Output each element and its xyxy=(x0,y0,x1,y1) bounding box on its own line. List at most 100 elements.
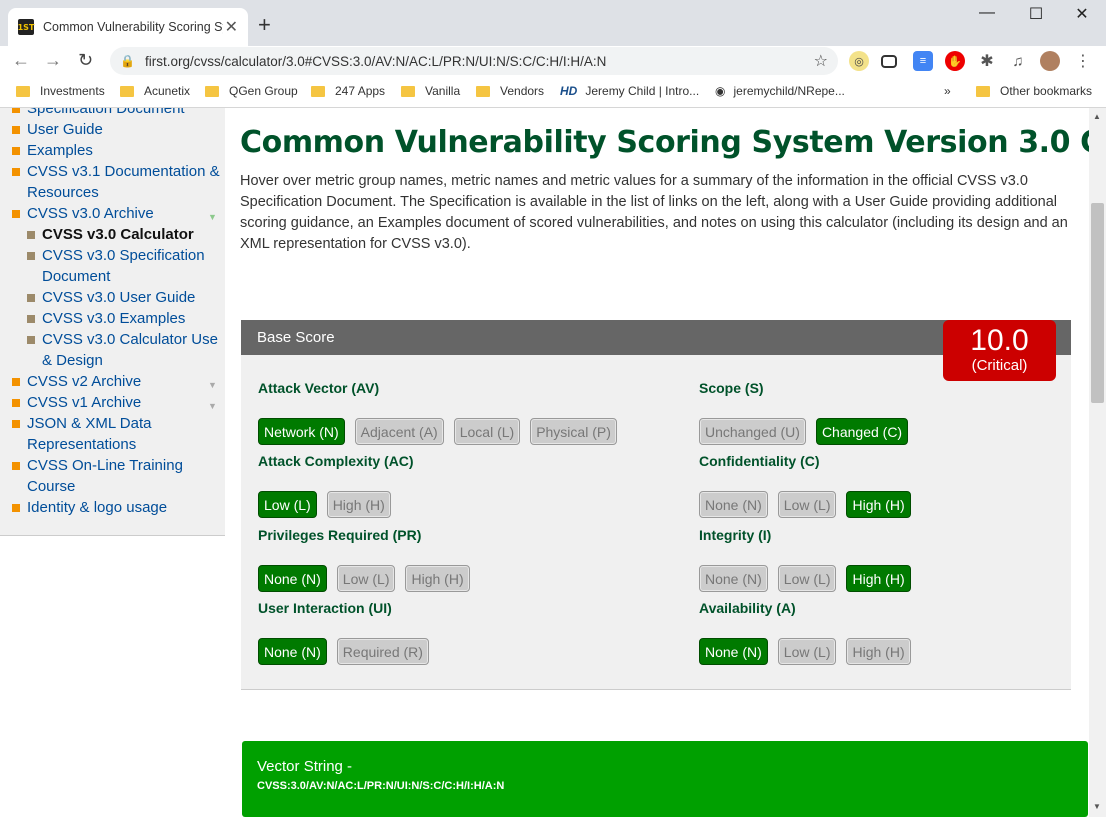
metric-option-button[interactable]: None (N) xyxy=(699,565,768,592)
bookmark-folder[interactable]: Vendors xyxy=(476,84,544,98)
forward-arrow-icon[interactable]: → xyxy=(44,50,62,71)
sidebar-item[interactable]: CVSS v3.1 Documentation & Resources xyxy=(12,161,225,203)
vector-string-value[interactable]: CVSS:3.0/AV:N/AC:L/PR:N/UI:N/S:C/C:H/I:H… xyxy=(257,780,1073,792)
back-arrow-icon[interactable]: ← xyxy=(12,50,30,71)
folder-icon xyxy=(16,85,30,97)
extension-coin-icon[interactable]: ◎ xyxy=(849,51,869,71)
bookmark-folder[interactable]: 247 Apps xyxy=(311,84,385,98)
expand-arrow-icon[interactable]: ▼ xyxy=(208,212,217,222)
lock-icon: 🔒 xyxy=(120,54,135,68)
sidebar-item[interactable]: CVSS v2 Archive xyxy=(12,371,225,392)
sidebar-item[interactable]: CVSS v3.0 User Guide xyxy=(12,287,225,308)
bookmarks-overflow-icon[interactable]: » xyxy=(944,84,951,98)
collapse-arrow-icon[interactable]: ▼ xyxy=(208,401,217,411)
metric-option-button[interactable]: None (N) xyxy=(699,491,768,518)
metric-label: Attack Complexity (AC) xyxy=(258,453,414,469)
bookmark-folder[interactable]: Investments xyxy=(16,84,105,98)
folder-icon xyxy=(120,85,134,97)
metric-label: Confidentiality (C) xyxy=(699,453,820,469)
sidebar-item[interactable]: User Guide xyxy=(12,119,225,140)
metric-option-button[interactable]: High (H) xyxy=(326,491,391,518)
media-control-icon[interactable]: ♫ xyxy=(1008,51,1028,71)
scroll-down-icon[interactable]: ▼ xyxy=(1093,802,1101,811)
metric-option-button[interactable]: Adjacent (A) xyxy=(354,418,444,445)
metric-option-button[interactable]: Physical (P) xyxy=(530,418,617,445)
bookmark-folder[interactable]: QGen Group xyxy=(205,84,298,98)
vector-string-label: Vector String - xyxy=(257,758,353,775)
metric-option-button[interactable]: None (N) xyxy=(699,638,768,665)
metric-group: Integrity (I) None (N) Low (L) High (H) xyxy=(699,527,1079,592)
bookmarks-bar: Investments Acunetix QGen Group 247 Apps… xyxy=(0,77,1106,108)
adblock-extension-icon[interactable]: ✋ xyxy=(945,51,965,71)
other-bookmarks[interactable]: Other bookmarks xyxy=(976,84,1092,98)
bookmark-star-icon[interactable]: ☆ xyxy=(814,51,828,71)
metric-options: None (N) Low (L) High (H) xyxy=(699,565,1079,592)
close-tab-icon[interactable]: ✕ xyxy=(225,17,238,37)
folder-icon xyxy=(476,85,490,97)
intro-text: Hover over metric group names, metric na… xyxy=(240,173,1068,252)
reload-icon[interactable]: ↻ xyxy=(78,50,93,71)
metric-option-button[interactable]: Local (L) xyxy=(453,418,521,445)
sidebar-item[interactable]: CVSS v1 Archive xyxy=(12,392,225,413)
vector-string-box: Vector String - CVSS:3.0/AV:N/AC:L/PR:N/… xyxy=(242,741,1088,817)
sidebar-item[interactable]: JSON & XML Data Representations xyxy=(12,413,225,455)
metric-option-button[interactable]: Network (N) xyxy=(258,418,345,445)
metric-label: Integrity (I) xyxy=(699,527,772,543)
sidebar-item[interactable]: CVSS v3.0 Calculator xyxy=(12,224,225,245)
browser-toolbar: ← → ↻ 🔒 first.org/cvss/calculator/3.0#CV… xyxy=(0,46,1106,77)
sidebar-item[interactable]: CVSS v3.0 Specification Document xyxy=(12,245,225,287)
extensions-puzzle-icon[interactable]: ✱ xyxy=(977,51,997,71)
collapse-arrow-icon[interactable]: ▼ xyxy=(208,380,217,390)
window-close-icon[interactable]: ✕ xyxy=(1060,4,1104,24)
bookmark-folder[interactable]: Vanilla xyxy=(401,84,460,98)
sidebar-item[interactable]: Examples xyxy=(12,140,225,161)
sidebar-item[interactable]: CVSS v3.0 Examples xyxy=(12,308,225,329)
metric-option-button[interactable]: High (H) xyxy=(846,565,911,592)
metric-options: None (N) Low (L) High (H) xyxy=(258,565,638,592)
metric-option-button[interactable]: Low (L) xyxy=(777,565,837,592)
metric-option-button[interactable]: None (N) xyxy=(258,638,327,665)
page-scrollbar[interactable]: ▲ ▼ xyxy=(1089,108,1106,817)
minimize-icon[interactable]: — xyxy=(965,4,1009,22)
metric-option-button[interactable]: High (H) xyxy=(846,638,911,665)
metric-option-button[interactable]: Low (L) xyxy=(777,638,837,665)
browser-menu-icon[interactable]: ⋮ xyxy=(1073,51,1093,71)
folder-icon xyxy=(311,85,325,97)
metric-option-button[interactable]: None (N) xyxy=(258,565,327,592)
metric-option-button[interactable]: High (H) xyxy=(405,565,470,592)
metric-option-button[interactable]: Low (L) xyxy=(258,491,317,518)
metric-label: Attack Vector (AV) xyxy=(258,380,380,396)
metric-option-button[interactable]: Low (L) xyxy=(777,491,837,518)
sidebar-item[interactable]: Identity & logo usage xyxy=(12,497,225,518)
metric-options: None (N) Low (L) High (H) xyxy=(699,491,1079,518)
google-docs-extension-icon[interactable]: ≡ xyxy=(913,51,933,71)
first-favicon-icon: 1ST xyxy=(18,19,34,35)
scroll-thumb[interactable] xyxy=(1091,203,1104,403)
sidebar-item[interactable]: CVSS On-Line Training Course xyxy=(12,455,225,497)
metric-option-button[interactable]: High (H) xyxy=(846,491,911,518)
bookmark-link[interactable]: ◉ jeremychild/NRepe... xyxy=(715,84,845,98)
metric-option-button[interactable]: Low (L) xyxy=(336,565,396,592)
metric-option-button[interactable]: Unchanged (U) xyxy=(699,418,806,445)
bookmark-folder[interactable]: Acunetix xyxy=(120,84,190,98)
metric-option-button[interactable]: Changed (C) xyxy=(815,418,909,445)
metric-options: Unchanged (U) Changed (C) xyxy=(699,418,1079,445)
address-bar[interactable]: 🔒 first.org/cvss/calculator/3.0#CVSS:3.0… xyxy=(110,47,838,75)
metric-options: None (N) Low (L) High (H) xyxy=(699,638,1079,665)
bookmark-link[interactable]: HD Jeremy Child | Intro... xyxy=(560,84,699,98)
sidebar-item[interactable]: Specification Document xyxy=(12,108,225,119)
metric-label: Availability (A) xyxy=(699,600,796,616)
metric-option-button[interactable]: Required (R) xyxy=(336,638,429,665)
profile-avatar[interactable] xyxy=(1040,51,1060,71)
score-severity: (Critical) xyxy=(971,357,1028,374)
sidebar-item[interactable]: CVSS v3.0 Calculator Use & Design xyxy=(12,329,225,371)
picture-in-picture-icon[interactable] xyxy=(881,55,897,68)
folder-icon xyxy=(205,85,219,97)
browser-tab[interactable]: 1ST Common Vulnerability Scoring System … xyxy=(8,8,248,46)
url-text[interactable]: first.org/cvss/calculator/3.0#CVSS:3.0/A… xyxy=(145,54,606,69)
metric-group: Attack Vector (AV) Network (N) Adjacent (A… xyxy=(258,380,638,445)
maximize-icon[interactable]: ☐ xyxy=(1014,4,1058,24)
sidebar-item[interactable]: CVSS v3.0 Archive xyxy=(12,203,225,224)
new-tab-button[interactable]: + xyxy=(258,12,271,38)
scroll-up-icon[interactable]: ▲ xyxy=(1093,112,1101,121)
